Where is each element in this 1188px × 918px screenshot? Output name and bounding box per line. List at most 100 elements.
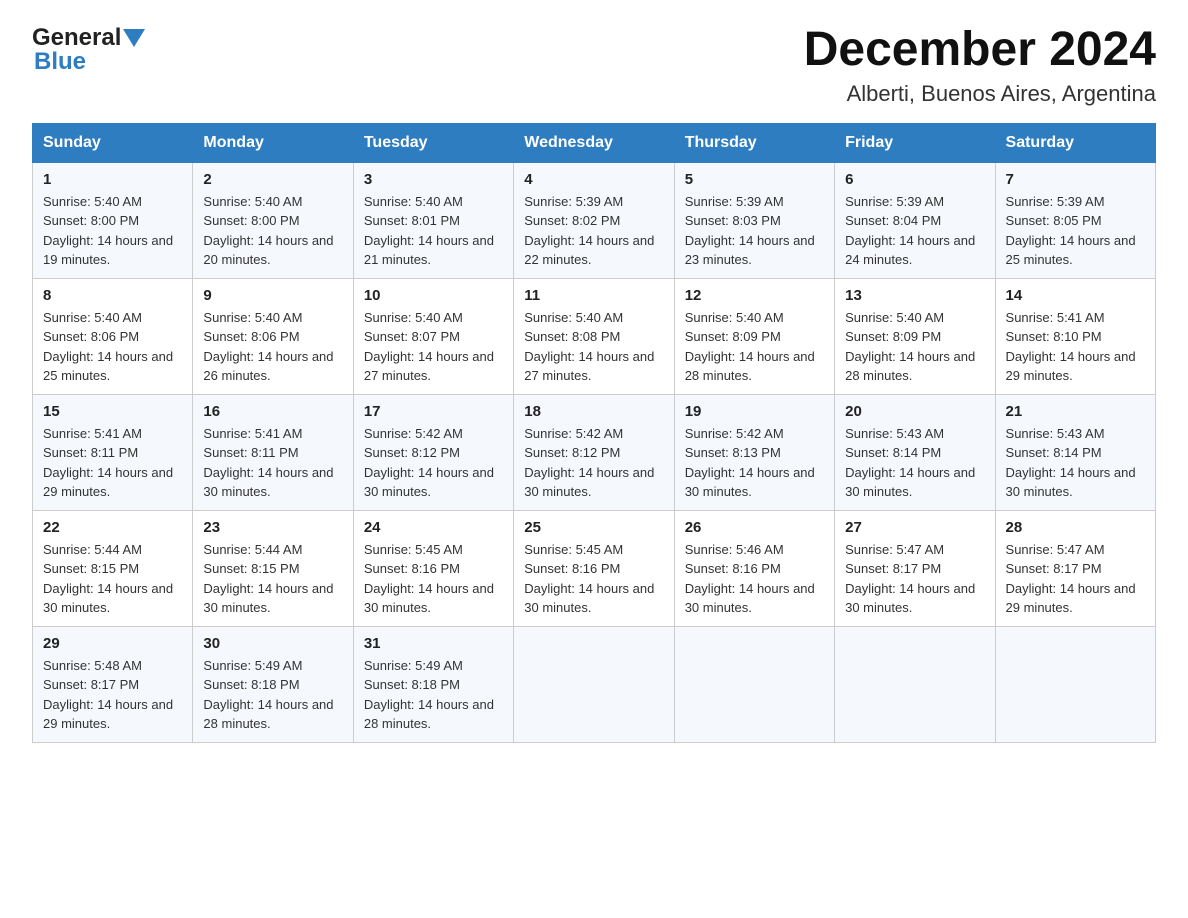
calendar-cell: 11 Sunrise: 5:40 AMSunset: 8:08 PMDaylig…: [514, 278, 674, 394]
calendar-cell: [514, 626, 674, 742]
day-number: 19: [685, 403, 824, 420]
calendar-cell: 9 Sunrise: 5:40 AMSunset: 8:06 PMDayligh…: [193, 278, 353, 394]
calendar-cell: 6 Sunrise: 5:39 AMSunset: 8:04 PMDayligh…: [835, 162, 995, 278]
day-number: 2: [203, 171, 342, 188]
calendar-cell: 22 Sunrise: 5:44 AMSunset: 8:15 PMDaylig…: [33, 510, 193, 626]
header-row: SundayMondayTuesdayWednesdayThursdayFrid…: [33, 123, 1156, 162]
calendar-cell: 19 Sunrise: 5:42 AMSunset: 8:13 PMDaylig…: [674, 394, 834, 510]
week-row-1: 1 Sunrise: 5:40 AMSunset: 8:00 PMDayligh…: [33, 162, 1156, 278]
col-header-thursday: Thursday: [674, 123, 834, 162]
day-info: Sunrise: 5:41 AMSunset: 8:11 PMDaylight:…: [43, 426, 173, 500]
calendar-cell: 24 Sunrise: 5:45 AMSunset: 8:16 PMDaylig…: [353, 510, 513, 626]
week-row-4: 22 Sunrise: 5:44 AMSunset: 8:15 PMDaylig…: [33, 510, 1156, 626]
calendar-cell: 21 Sunrise: 5:43 AMSunset: 8:14 PMDaylig…: [995, 394, 1155, 510]
col-header-tuesday: Tuesday: [353, 123, 513, 162]
calendar-cell: 31 Sunrise: 5:49 AMSunset: 8:18 PMDaylig…: [353, 626, 513, 742]
calendar-table: SundayMondayTuesdayWednesdayThursdayFrid…: [32, 123, 1156, 743]
day-number: 4: [524, 171, 663, 188]
title-section: December 2024 Alberti, Buenos Aires, Arg…: [804, 24, 1156, 107]
week-row-5: 29 Sunrise: 5:48 AMSunset: 8:17 PMDaylig…: [33, 626, 1156, 742]
day-number: 20: [845, 403, 984, 420]
calendar-cell: [674, 626, 834, 742]
calendar-cell: 20 Sunrise: 5:43 AMSunset: 8:14 PMDaylig…: [835, 394, 995, 510]
day-info: Sunrise: 5:42 AMSunset: 8:12 PMDaylight:…: [524, 426, 654, 500]
day-number: 8: [43, 287, 182, 304]
calendar-cell: 14 Sunrise: 5:41 AMSunset: 8:10 PMDaylig…: [995, 278, 1155, 394]
calendar-cell: 3 Sunrise: 5:40 AMSunset: 8:01 PMDayligh…: [353, 162, 513, 278]
day-info: Sunrise: 5:48 AMSunset: 8:17 PMDaylight:…: [43, 658, 173, 732]
calendar-cell: 18 Sunrise: 5:42 AMSunset: 8:12 PMDaylig…: [514, 394, 674, 510]
calendar-cell: 16 Sunrise: 5:41 AMSunset: 8:11 PMDaylig…: [193, 394, 353, 510]
calendar-cell: 7 Sunrise: 5:39 AMSunset: 8:05 PMDayligh…: [995, 162, 1155, 278]
day-number: 10: [364, 287, 503, 304]
calendar-cell: 13 Sunrise: 5:40 AMSunset: 8:09 PMDaylig…: [835, 278, 995, 394]
day-info: Sunrise: 5:45 AMSunset: 8:16 PMDaylight:…: [364, 542, 494, 616]
day-number: 14: [1006, 287, 1145, 304]
day-number: 24: [364, 519, 503, 536]
calendar-cell: [835, 626, 995, 742]
calendar-cell: 17 Sunrise: 5:42 AMSunset: 8:12 PMDaylig…: [353, 394, 513, 510]
day-number: 11: [524, 287, 663, 304]
day-number: 28: [1006, 519, 1145, 536]
calendar-cell: 10 Sunrise: 5:40 AMSunset: 8:07 PMDaylig…: [353, 278, 513, 394]
day-number: 9: [203, 287, 342, 304]
calendar-cell: 29 Sunrise: 5:48 AMSunset: 8:17 PMDaylig…: [33, 626, 193, 742]
col-header-sunday: Sunday: [33, 123, 193, 162]
day-number: 30: [203, 635, 342, 652]
day-info: Sunrise: 5:44 AMSunset: 8:15 PMDaylight:…: [43, 542, 173, 616]
day-number: 21: [1006, 403, 1145, 420]
day-number: 3: [364, 171, 503, 188]
col-header-saturday: Saturday: [995, 123, 1155, 162]
day-info: Sunrise: 5:47 AMSunset: 8:17 PMDaylight:…: [1006, 542, 1136, 616]
day-number: 7: [1006, 171, 1145, 188]
calendar-cell: 28 Sunrise: 5:47 AMSunset: 8:17 PMDaylig…: [995, 510, 1155, 626]
day-info: Sunrise: 5:40 AMSunset: 8:08 PMDaylight:…: [524, 310, 654, 384]
calendar-body: 1 Sunrise: 5:40 AMSunset: 8:00 PMDayligh…: [33, 162, 1156, 742]
day-number: 13: [845, 287, 984, 304]
day-number: 12: [685, 287, 824, 304]
day-number: 27: [845, 519, 984, 536]
day-number: 31: [364, 635, 503, 652]
day-number: 22: [43, 519, 182, 536]
day-info: Sunrise: 5:40 AMSunset: 8:09 PMDaylight:…: [685, 310, 815, 384]
day-info: Sunrise: 5:40 AMSunset: 8:06 PMDaylight:…: [43, 310, 173, 384]
calendar-cell: 23 Sunrise: 5:44 AMSunset: 8:15 PMDaylig…: [193, 510, 353, 626]
day-info: Sunrise: 5:44 AMSunset: 8:15 PMDaylight:…: [203, 542, 333, 616]
col-header-monday: Monday: [193, 123, 353, 162]
day-number: 29: [43, 635, 182, 652]
day-number: 18: [524, 403, 663, 420]
day-info: Sunrise: 5:43 AMSunset: 8:14 PMDaylight:…: [845, 426, 975, 500]
calendar-cell: [995, 626, 1155, 742]
page-header: General Blue December 2024 Alberti, Buen…: [32, 24, 1156, 107]
calendar-cell: 26 Sunrise: 5:46 AMSunset: 8:16 PMDaylig…: [674, 510, 834, 626]
logo: General Blue: [32, 24, 145, 76]
day-info: Sunrise: 5:41 AMSunset: 8:11 PMDaylight:…: [203, 426, 333, 500]
day-info: Sunrise: 5:42 AMSunset: 8:12 PMDaylight:…: [364, 426, 494, 500]
calendar-cell: 25 Sunrise: 5:45 AMSunset: 8:16 PMDaylig…: [514, 510, 674, 626]
day-info: Sunrise: 5:39 AMSunset: 8:03 PMDaylight:…: [685, 194, 815, 268]
day-info: Sunrise: 5:49 AMSunset: 8:18 PMDaylight:…: [364, 658, 494, 732]
day-info: Sunrise: 5:42 AMSunset: 8:13 PMDaylight:…: [685, 426, 815, 500]
calendar-cell: 5 Sunrise: 5:39 AMSunset: 8:03 PMDayligh…: [674, 162, 834, 278]
logo-blue-text: Blue: [34, 48, 86, 76]
day-info: Sunrise: 5:40 AMSunset: 8:06 PMDaylight:…: [203, 310, 333, 384]
week-row-3: 15 Sunrise: 5:41 AMSunset: 8:11 PMDaylig…: [33, 394, 1156, 510]
day-number: 1: [43, 171, 182, 188]
calendar-header: SundayMondayTuesdayWednesdayThursdayFrid…: [33, 123, 1156, 162]
day-info: Sunrise: 5:41 AMSunset: 8:10 PMDaylight:…: [1006, 310, 1136, 384]
day-info: Sunrise: 5:49 AMSunset: 8:18 PMDaylight:…: [203, 658, 333, 732]
calendar-cell: 30 Sunrise: 5:49 AMSunset: 8:18 PMDaylig…: [193, 626, 353, 742]
day-info: Sunrise: 5:40 AMSunset: 8:00 PMDaylight:…: [43, 194, 173, 268]
calendar-cell: 12 Sunrise: 5:40 AMSunset: 8:09 PMDaylig…: [674, 278, 834, 394]
day-number: 5: [685, 171, 824, 188]
location-title: Alberti, Buenos Aires, Argentina: [804, 81, 1156, 107]
day-number: 25: [524, 519, 663, 536]
day-info: Sunrise: 5:40 AMSunset: 8:09 PMDaylight:…: [845, 310, 975, 384]
calendar-cell: 8 Sunrise: 5:40 AMSunset: 8:06 PMDayligh…: [33, 278, 193, 394]
day-number: 15: [43, 403, 182, 420]
calendar-cell: 1 Sunrise: 5:40 AMSunset: 8:00 PMDayligh…: [33, 162, 193, 278]
day-info: Sunrise: 5:39 AMSunset: 8:05 PMDaylight:…: [1006, 194, 1136, 268]
col-header-wednesday: Wednesday: [514, 123, 674, 162]
day-info: Sunrise: 5:43 AMSunset: 8:14 PMDaylight:…: [1006, 426, 1136, 500]
day-info: Sunrise: 5:40 AMSunset: 8:01 PMDaylight:…: [364, 194, 494, 268]
